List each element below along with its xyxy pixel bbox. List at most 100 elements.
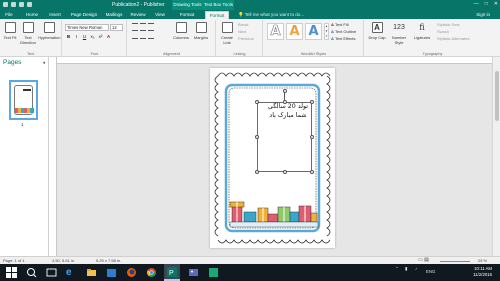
chrome-icon[interactable] [146,267,157,278]
next-button[interactable]: Next [238,29,246,35]
window-title: Publication2 - Publisher [112,2,165,8]
status-page[interactable]: Page: 1 of 1 [3,257,25,264]
text-outline-button[interactable]: A Text Outline [331,29,356,35]
bold-button[interactable]: B [66,34,71,39]
superscript-button[interactable]: x² [98,34,103,39]
text-direction-icon [22,22,34,33]
tray-chevron-icon[interactable]: ⌃ [395,266,399,272]
zoom-slider[interactable] [440,261,470,262]
clock[interactable]: 10:11 AM 11/2/2016 [473,266,492,278]
align-bottom-left-icon[interactable] [132,37,138,43]
tell-me-box[interactable]: 💡 Tell me what you want to do... [238,11,304,19]
pages-pane-collapse-icon[interactable]: ◂ [42,60,45,66]
file-explorer-icon[interactable] [86,267,97,278]
break-button[interactable]: Break [238,22,248,28]
wordart-gallery-scroll[interactable]: ▲ ▼ ▾ [324,23,329,40]
text-fill-button[interactable]: A Text Fill [331,22,349,28]
text-fit-button[interactable]: Text Fit [1,21,19,47]
subscript-button[interactable]: x₂ [90,34,95,39]
stylistic-sets-button[interactable]: Stylistic Sets [437,22,460,28]
align-bottom-center-icon[interactable] [140,37,146,43]
save-icon[interactable] [3,2,8,7]
align-middle-right-icon[interactable] [148,30,154,35]
resize-handle-right[interactable] [310,135,314,139]
firefox-icon[interactable] [126,267,137,278]
wordart-style-orange[interactable]: A [286,23,303,40]
search-icon[interactable] [26,267,37,278]
maximize-button[interactable]: □ [485,1,488,7]
network-icon[interactable]: ▮ [405,266,407,272]
align-top-left-icon[interactable] [132,23,138,28]
undo-icon[interactable] [11,2,16,7]
underline-button[interactable]: U [82,34,87,39]
previous-button[interactable]: Previous [238,36,254,42]
rotate-handle[interactable] [283,89,287,93]
resize-handle-bottom-right[interactable] [310,170,314,174]
page-thumbnail[interactable] [9,80,38,120]
tab-format-drawing[interactable]: Format [177,11,197,19]
horizontal-ruler[interactable] [50,57,492,64]
app-icon-green[interactable] [208,267,219,278]
align-top-center-icon[interactable] [140,23,146,28]
swash-button[interactable]: Swash [437,29,449,35]
context-group-drawing-tools: Drawing Tools [172,0,203,10]
wordart-style-blue[interactable]: A [305,23,322,40]
tab-format-textbox[interactable]: Format [205,11,229,19]
textbox-content[interactable]: تولد 20 سالگی شما مبارک باد [263,102,313,120]
text-effects-icon: A [331,36,334,41]
customize-qat-icon[interactable] [27,2,32,7]
number-style-button[interactable]: 123 Number Style [388,21,410,47]
drop-cap-button[interactable]: A Drop Cap [368,21,386,47]
close-button[interactable]: ✕ [494,1,498,7]
text-direction-button[interactable]: Text Direction [19,21,37,47]
ligatures-button[interactable]: fi Ligatures [412,21,432,47]
vertical-scrollbar[interactable] [492,57,500,256]
alignment-grid [132,23,156,43]
photos-icon[interactable] [188,267,199,278]
vertical-ruler[interactable] [50,57,57,256]
tab-home[interactable]: Home [24,11,40,19]
create-link-button[interactable]: Create Link [218,21,236,47]
number-style-label: Number Style [391,35,407,45]
text-effects-button[interactable]: A Text Effects [331,36,356,42]
volume-icon[interactable]: ♪ [415,266,417,271]
font-color-button[interactable]: A [106,34,111,39]
columns-button[interactable]: Columns [172,21,190,47]
resize-handle-bottom-left[interactable] [255,170,259,174]
tab-file[interactable]: File [2,11,16,19]
align-middle-left-icon[interactable] [132,30,138,35]
ribbon: Text Fit Text Direction Hyphenation Text… [0,19,500,57]
font-size-combobox[interactable]: 12 [110,24,123,31]
stylistic-alternates-button[interactable]: Stylistic Alternates [437,36,469,42]
language-indicator[interactable]: ENG [426,269,435,274]
tab-review[interactable]: Review [128,11,148,19]
drop-cap-label: Drop Cap [368,35,386,40]
tab-mailings[interactable]: Mailings [104,11,124,19]
hyphenation-button[interactable]: Hyphenation [38,21,60,47]
font-name-combobox[interactable]: Times New Roman [65,24,109,31]
view-buttons[interactable]: ▭ ▤ [418,257,429,264]
publisher-taskbar-active[interactable]: P [164,264,180,281]
italic-button[interactable]: I [74,34,79,39]
align-middle-center-icon[interactable] [140,30,146,35]
minimize-button[interactable]: — [474,1,479,7]
scrollbar-thumb[interactable] [495,71,499,121]
redo-icon[interactable] [19,2,24,7]
resize-handle-left[interactable] [255,135,259,139]
task-view-icon[interactable] [46,267,57,278]
zoom-level[interactable]: 25 % [478,257,487,264]
tab-view[interactable]: View [152,11,168,19]
align-top-right-icon[interactable] [148,23,154,28]
tab-page-design[interactable]: Page Design [70,11,98,19]
textbox-line-1: تولد 20 سالگی [267,103,309,110]
resize-handle-top-left[interactable] [255,100,259,104]
wordart-style-white[interactable]: A [267,23,284,40]
edge-icon[interactable]: e [66,267,77,278]
store-icon[interactable] [106,267,117,278]
windows-start-icon[interactable] [6,267,17,278]
tab-insert[interactable]: Insert [46,11,64,19]
margins-button[interactable]: Margins [192,21,210,47]
resize-handle-bottom[interactable] [283,170,287,174]
sign-in-link[interactable]: Sign in [476,11,490,19]
align-bottom-right-icon[interactable] [148,37,154,43]
